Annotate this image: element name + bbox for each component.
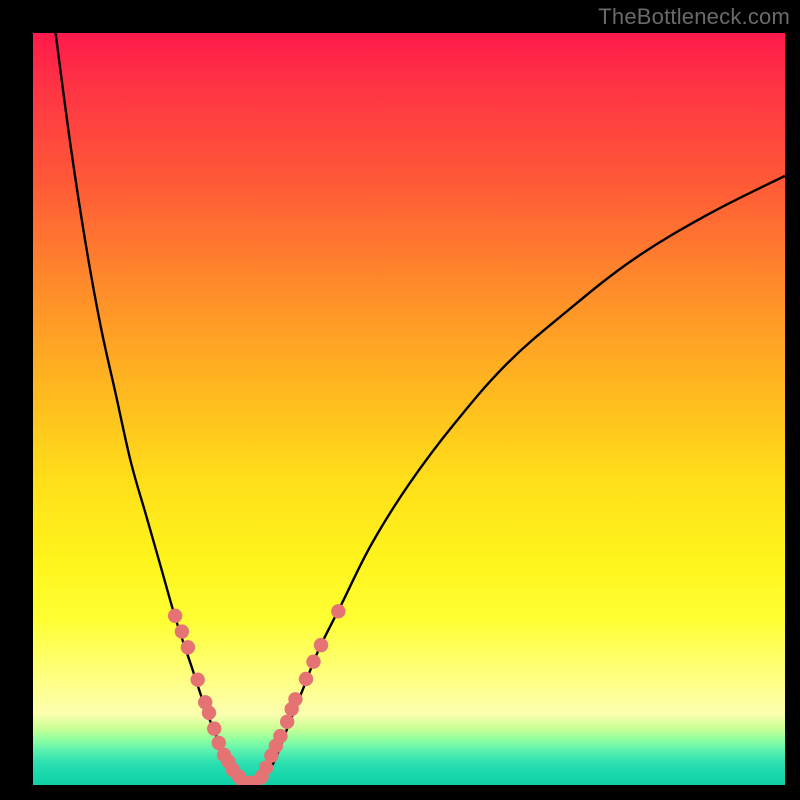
data-marker xyxy=(190,673,204,687)
left-curve xyxy=(56,33,244,785)
data-marker xyxy=(175,624,189,638)
chart-stage: TheBottleneck.com xyxy=(0,0,800,800)
data-marker xyxy=(207,721,221,735)
data-marker xyxy=(288,692,302,706)
data-marker xyxy=(331,604,345,618)
data-marker xyxy=(273,729,287,743)
data-marker xyxy=(168,609,182,623)
data-marker xyxy=(299,672,313,686)
data-marker xyxy=(314,638,328,652)
data-marker xyxy=(306,654,320,668)
data-marker xyxy=(181,640,195,654)
watermark-text: TheBottleneck.com xyxy=(598,4,790,30)
right-curve xyxy=(259,176,785,785)
data-marker xyxy=(202,706,216,720)
data-marker xyxy=(280,715,294,729)
curves-svg xyxy=(33,33,785,785)
plot-area xyxy=(33,33,785,785)
marker-group xyxy=(168,604,346,785)
